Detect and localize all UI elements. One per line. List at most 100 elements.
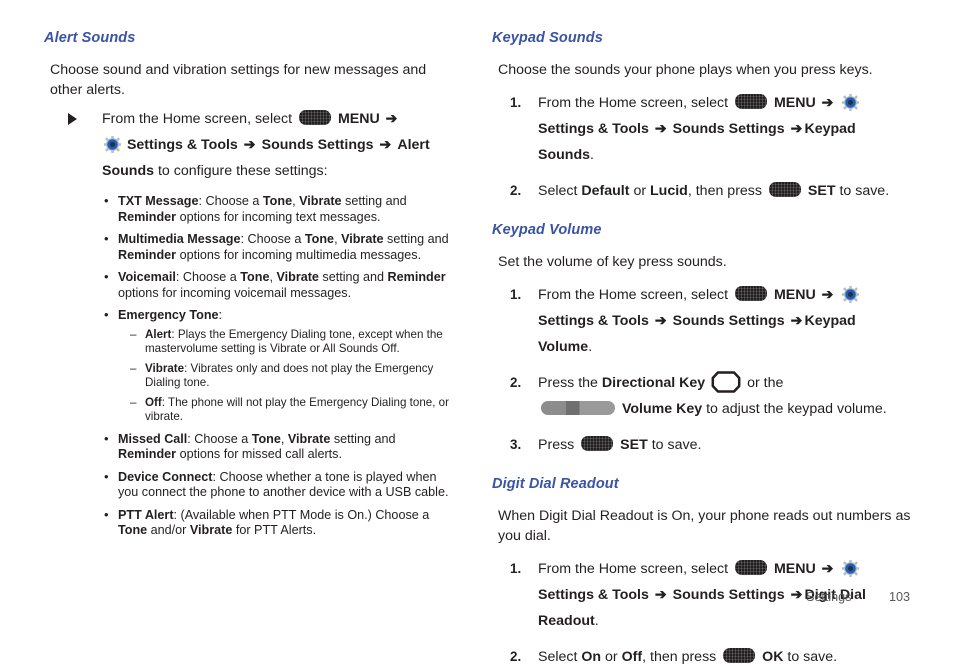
list-item: 1. From the Home screen, select MENU ➔ S… <box>492 282 912 360</box>
gear-icon <box>104 136 121 153</box>
step-period: . <box>594 613 599 629</box>
bullet-text: options for incoming multimedia messages… <box>176 247 422 262</box>
list-item: Off: The phone will not play the Emergen… <box>130 396 456 425</box>
bullet-emph: Reminder <box>118 247 177 262</box>
step-lead-text: Select <box>538 183 578 199</box>
option-off: Off <box>621 649 643 665</box>
bullet-emph: Vibrate <box>287 431 331 446</box>
left-column: Alert Sounds Choose sound and vibration … <box>44 30 456 546</box>
gear-icon <box>841 94 859 111</box>
nav-settings-tools: Settings & Tools <box>538 121 649 137</box>
arrow-icon: ➔ <box>790 121 803 137</box>
bullet-emph: Reminder <box>118 447 177 461</box>
right-column: Keypad Sounds Choose the sounds your pho… <box>492 30 912 670</box>
volume-key-icon <box>541 401 615 415</box>
list-item: Alert: Plays the Emergency Dialing tone,… <box>130 328 456 357</box>
list-item: TXT Message: Choose a Tone, Vibrate sett… <box>104 193 456 225</box>
section-alert-sounds: Alert Sounds Choose sound and vibration … <box>44 30 456 539</box>
step-number: 1. <box>510 287 522 302</box>
nav-settings-tools: Settings & Tools <box>538 587 649 603</box>
bullet-text: for PTT Alerts. <box>232 523 317 537</box>
menu-key-label: MENU <box>773 287 816 303</box>
intro-keypad-sounds: Choose the sounds your phone plays when … <box>498 62 873 78</box>
bullet-text: : Choose a <box>240 232 305 246</box>
step-number: 3. <box>510 437 522 452</box>
step-lead-text: From the Home screen, select <box>538 287 729 303</box>
bullet-term: Multimedia Message <box>118 232 241 246</box>
step-number: 2. <box>510 375 522 390</box>
bullet-text: setting and <box>330 431 396 446</box>
list-item: 2. Press the Directional Key or the Volu… <box>492 370 912 422</box>
list-item: Missed Call: Choose a Tone, Vibrate sett… <box>104 431 456 463</box>
step-lead-text: From the Home screen, select <box>102 111 293 127</box>
step-period: . <box>590 147 594 163</box>
bullet-text: : Choose a <box>187 431 252 446</box>
footer-chapter-label: Settings <box>805 590 852 604</box>
bullet-emph: Tone <box>251 431 281 446</box>
bullet-emph: Reminder <box>387 270 446 284</box>
emergency-tone-sub-list: Alert: Plays the Emergency Dialing tone,… <box>118 328 456 425</box>
step-tail-text: to save. <box>839 183 890 199</box>
arrow-icon: ➔ <box>385 111 398 127</box>
list-item: 1. From the Home screen, select MENU ➔ S… <box>492 90 912 168</box>
intro-digit-dial-readout: When Digit Dial Readout is On, your phon… <box>498 508 911 544</box>
bullet-text: : Choose a <box>198 194 263 208</box>
arrow-icon: ➔ <box>654 121 667 137</box>
bullet-term: Device Connect <box>118 469 213 484</box>
step-lead-text: From the Home screen, select <box>538 561 729 577</box>
set-key-label: SET <box>620 437 648 453</box>
menu-key-label: MENU <box>337 111 380 127</box>
step-number: 1. <box>510 561 522 576</box>
gear-icon <box>841 286 859 303</box>
set-key-icon <box>581 436 614 451</box>
arrow-icon: ➔ <box>790 313 803 329</box>
bullet-emph: Vibrate <box>341 232 384 246</box>
list-item: 2. Select On or Off, then press OK to sa… <box>492 644 912 670</box>
bullet-emph: Tone <box>304 232 335 246</box>
nav-settings-tools: Settings & Tools <box>126 137 238 153</box>
bullet-text: : Choose a <box>175 270 241 284</box>
section-digit-dial-readout: Digit Dial Readout When Digit Dial Reado… <box>492 476 912 670</box>
bullet-term: Voicemail <box>118 270 176 284</box>
list-item: Vibrate: Vibrates only and does not play… <box>130 362 456 391</box>
section-heading-digit-dial-readout: Digit Dial Readout <box>492 476 619 492</box>
conjunction-or: or <box>633 183 647 199</box>
list-item: Device Connect: Choose whether a tone is… <box>104 469 456 501</box>
menu-key-icon <box>734 286 767 301</box>
section-heading-alert-sounds: Alert Sounds <box>44 30 136 46</box>
manual-page: Alert Sounds Choose sound and vibration … <box>0 0 954 665</box>
gear-icon <box>841 560 859 577</box>
nav-sounds-settings: Sounds Settings <box>672 313 785 329</box>
nav-sounds-settings: Sounds Settings <box>672 121 785 137</box>
nav-sounds-settings: Sounds Settings <box>672 587 785 603</box>
bullet-text: , <box>280 431 288 446</box>
step-number: 1. <box>510 95 522 110</box>
nav-settings-tools: Settings & Tools <box>538 313 649 329</box>
step-tail-text: to save. <box>787 649 838 665</box>
bullet-text: setting and <box>383 232 449 246</box>
triangle-bullet-icon <box>68 113 77 125</box>
set-key-label: SET <box>807 183 836 199</box>
sub-bullet-text: : Vibrates only and does not play the Em… <box>145 361 434 390</box>
alert-sounds-step: From the Home screen, select MENU ➔ Sett… <box>68 106 456 184</box>
bullet-term: PTT Alert <box>118 507 174 522</box>
step-lead-text: Press the <box>538 375 598 391</box>
bullet-text: setting and <box>318 270 388 284</box>
step-tail-text: to configure these settings: <box>157 163 328 179</box>
bullet-text: setting and <box>341 194 407 208</box>
page-footer: Settings 103 <box>806 590 910 604</box>
option-lucid: Lucid <box>650 183 688 199</box>
sub-bullet-term: Vibrate <box>145 361 185 375</box>
ok-key-label: OK <box>762 649 784 665</box>
bullet-text: , <box>334 232 342 246</box>
bullet-emph: Vibrate <box>189 523 233 537</box>
intro-alert-sounds: Choose sound and vibration settings for … <box>50 62 427 98</box>
step-period: . <box>588 339 593 355</box>
bullet-text: options for incoming text messages. <box>176 209 381 224</box>
bullet-emph: Tone <box>240 270 270 284</box>
step-number: 2. <box>510 649 522 664</box>
keypad-sounds-steps: 1. From the Home screen, select MENU ➔ S… <box>492 90 912 204</box>
step-mid-text: , then press <box>642 649 717 665</box>
bullet-emph: Reminder <box>118 209 177 224</box>
nav-sounds-settings: Sounds Settings <box>261 137 374 153</box>
